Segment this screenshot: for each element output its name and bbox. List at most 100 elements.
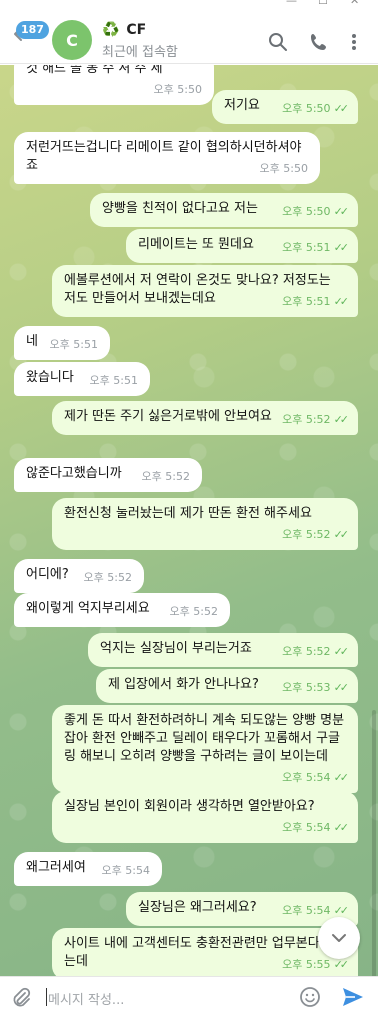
message-outgoing[interactable]: 저기요 오후 5:50 ✓✓: [212, 90, 358, 124]
message-text: 리메이트는 또 뭔데요: [138, 237, 254, 252]
double-check-icon: ✓✓: [333, 645, 350, 658]
more-vertical-icon[interactable]: [344, 32, 364, 52]
message-meta: 오후 5:50 ✓✓: [282, 100, 350, 118]
message-meta: 오후 5:52 ✓✓: [282, 411, 350, 429]
message-time: 오후 5:52: [282, 413, 331, 426]
message-time: 오후 5:53: [282, 681, 331, 694]
text-caret: [46, 988, 47, 1006]
message-incoming[interactable]: 왜그러세여 오후 5:54: [14, 852, 162, 886]
double-check-icon: ✓✓: [333, 904, 350, 917]
message-time: 오후 5:51: [282, 295, 331, 308]
chat-title-text: CF: [126, 22, 147, 38]
message-outgoing[interactable]: 양빵을 친적이 없다고요 저는 오후 5:50 ✓✓: [90, 193, 358, 227]
message-meta: 오후 5:52 ✓✓: [282, 643, 350, 661]
message-text: 왜그러세여: [26, 860, 86, 875]
message-incoming[interactable]: 왔습니다 오후 5:51: [14, 362, 150, 396]
search-icon[interactable]: [268, 32, 288, 52]
message-text: 제 입장에서 화가 안나나요?: [108, 677, 259, 692]
maximize-icon[interactable]: ☐: [318, 0, 328, 7]
phone-icon[interactable]: [309, 32, 329, 52]
message-meta: 오후 5:51 ✓✓: [282, 239, 350, 257]
double-check-icon: ✓✓: [333, 958, 350, 971]
message-text: 않준다고했습니까: [26, 466, 122, 481]
message-meta: 오후 5:54 ✓✓: [282, 819, 350, 837]
message-composer: 메시지 작성...: [0, 976, 378, 1016]
message-text: 네: [26, 334, 38, 349]
double-check-icon: ✓✓: [333, 102, 350, 115]
message-outgoing[interactable]: 실장님은 왜그러세요? 오후 5:54 ✓✓: [126, 892, 358, 926]
double-check-icon: ✓✓: [333, 295, 350, 308]
double-check-icon: ✓✓: [333, 528, 350, 541]
message-time: 오후 5:50: [259, 162, 308, 175]
message-meta: 오후 5:51 ✓✓: [282, 293, 350, 311]
message-text: 왜이렇게 억지부리세요: [26, 601, 150, 616]
double-check-icon: ✓✓: [333, 771, 350, 784]
message-outgoing[interactable]: 리메이트는 또 뭔데요 오후 5:51 ✓✓: [126, 229, 358, 263]
message-outgoing[interactable]: 제가 딴돈 주기 싫은거로밖에 안보여요 오후 5:52 ✓✓: [52, 401, 358, 435]
message-time: 오후 5:51: [89, 374, 138, 387]
message-time: 오후 5:51: [282, 241, 331, 254]
message-text: 어디에?: [26, 567, 69, 582]
message-incoming[interactable]: 왜이렇게 억지부리세요 오후 5:52: [14, 593, 230, 627]
double-check-icon: ✓✓: [333, 241, 350, 254]
message-outgoing[interactable]: 억지는 실장님이 부리는거죠 오후 5:52 ✓✓: [88, 633, 358, 667]
minimize-icon[interactable]: —: [286, 0, 297, 7]
chevron-down-icon: [332, 934, 346, 942]
message-text: 제가 딴돈 주기 싫은거로밖에 안보여요: [64, 409, 272, 424]
chat-scrollbar[interactable]: [372, 710, 376, 976]
message-meta: 오후 5:53 ✓✓: [282, 679, 350, 697]
message-incoming[interactable]: 네 오후 5:51: [14, 326, 110, 360]
chat-header: 187 C ♻️ CF 최근에 접속함: [0, 8, 378, 64]
message-time: 오후 5:54: [282, 771, 331, 784]
message-outgoing[interactable]: 실장님 본인이 회원이라 생각하면 열안받아요? 오후 5:54 ✓✓: [52, 791, 358, 843]
message-text: 억지는 실장님이 부리는거죠: [100, 641, 252, 656]
message-time: 오후 5:52: [169, 605, 218, 618]
scroll-down-button[interactable]: [318, 917, 360, 959]
message-incoming[interactable]: 것 해드 쓸 동 수 셔 주 세 오후 5:50: [14, 65, 214, 105]
message-time: 오후 5:52: [282, 528, 331, 541]
double-check-icon: ✓✓: [333, 205, 350, 218]
message-time: 오후 5:55: [282, 958, 331, 971]
double-check-icon: ✓✓: [333, 413, 350, 426]
window-titlebar: — ☐ ✕: [0, 0, 378, 8]
message-incoming[interactable]: 어디에? 오후 5:52: [14, 559, 144, 593]
message-outgoing[interactable]: 제 입장에서 화가 안나나요? 오후 5:53 ✓✓: [96, 669, 358, 703]
message-text: 양빵을 친적이 없다고요 저는: [102, 201, 258, 216]
message-meta: 오후 5:52 ✓✓: [282, 526, 350, 544]
message-time: 오후 5:50: [153, 83, 202, 96]
attach-icon[interactable]: [10, 987, 32, 1009]
message-text: 좋게 돈 따서 환전하려하니 계속 되도않는 양빵 명분잡아 환전 안빼주고 딜…: [64, 713, 345, 764]
chat-title[interactable]: ♻️ CF: [102, 22, 146, 38]
message-outgoing[interactable]: 에볼루션에서 저 연락이 온것도 맞나요? 저정도는 저도 만들어서 보내겠는데…: [52, 265, 358, 317]
message-time: 오후 5:52: [141, 470, 190, 483]
avatar[interactable]: C: [52, 20, 92, 60]
message-outgoing[interactable]: 사이트 내에 고객센터도 충환전관련만 업무본다 하는데 오후 5:55 ✓✓: [52, 928, 358, 976]
message-incoming[interactable]: 않준다고했습니까 오후 5:52: [14, 458, 202, 492]
message-time: 오후 5:52: [83, 571, 132, 584]
message-outgoing[interactable]: 좋게 돈 따서 환전하려하니 계속 되도않는 양빵 명분잡아 환전 안빼주고 딜…: [52, 705, 358, 793]
double-check-icon: ✓✓: [333, 681, 350, 694]
message-incoming[interactable]: 저런거뜨는겁니다 리메이트 같이 협의하시던하셔야죠 오후 5:50: [14, 132, 320, 184]
message-text: 환전신청 눌러놨는데 제가 딴돈 환전 해주세요: [64, 506, 312, 521]
recycle-icon: ♻️: [102, 22, 120, 38]
message-time: 오후 5:54: [101, 864, 150, 877]
send-icon[interactable]: [341, 986, 365, 1008]
message-text: 저기요: [224, 98, 260, 113]
double-check-icon: ✓✓: [333, 821, 350, 834]
message-text: 실장님은 왜그러세요?: [138, 900, 257, 915]
message-text: 실장님 본인이 회원이라 생각하면 열안받아요?: [64, 799, 315, 814]
unread-badge[interactable]: 187: [16, 21, 49, 39]
message-text: 왔습니다: [26, 370, 74, 385]
message-time: 오후 5:51: [49, 338, 98, 351]
message-outgoing[interactable]: 환전신청 눌러놨는데 제가 딴돈 환전 해주세요 오후 5:52 ✓✓: [52, 498, 358, 550]
message-time: 오후 5:54: [282, 821, 331, 834]
message-meta: 오후 5:50 ✓✓: [282, 203, 350, 221]
message-time: 오후 5:52: [282, 645, 331, 658]
message-input[interactable]: 메시지 작성...: [48, 989, 124, 1008]
message-text: 것 해드 쓸 동 수 셔 주 세: [26, 65, 163, 76]
emoji-icon[interactable]: [299, 986, 321, 1008]
message-time: 오후 5:50: [282, 205, 331, 218]
close-icon[interactable]: ✕: [350, 0, 359, 7]
chat-history[interactable]: 것 해드 쓸 동 수 셔 주 세 오후 5:50 저기요 오후 5:50 ✓✓ 저…: [0, 65, 378, 976]
chat-status: 최근에 접속함: [102, 45, 178, 60]
